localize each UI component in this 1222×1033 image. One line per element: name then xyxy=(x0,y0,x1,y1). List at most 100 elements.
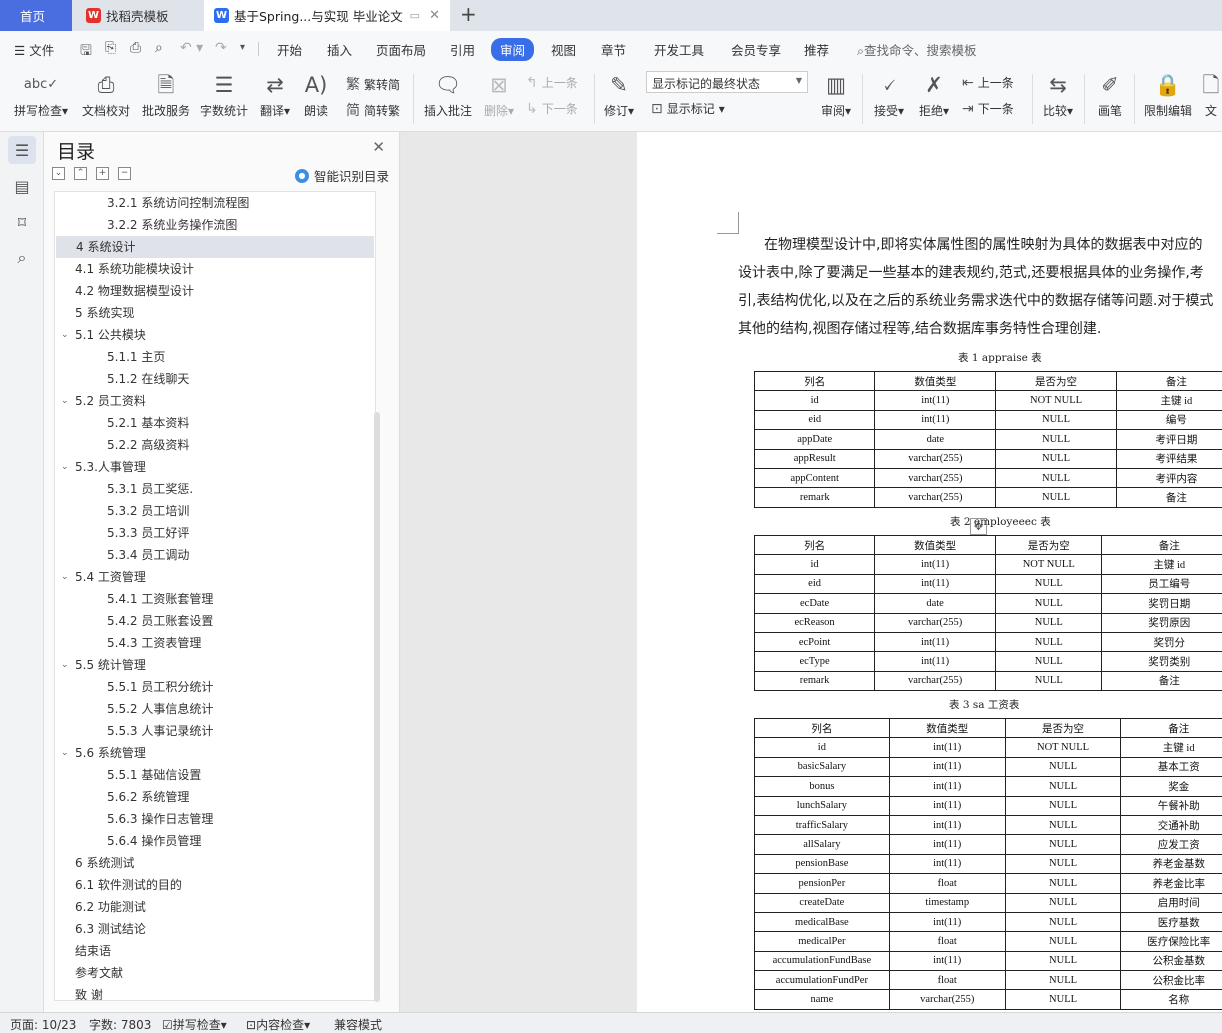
menu-layout[interactable]: 页面布局 xyxy=(376,40,426,59)
command-search[interactable]: ⌕查找命令、搜索模板 xyxy=(857,40,977,59)
chevron-down-icon[interactable]: ⌄ xyxy=(61,456,69,478)
next-change-button[interactable]: ⇥ 下一条 xyxy=(962,100,1014,117)
print-icon[interactable]: ⎙ xyxy=(130,40,141,56)
read-aloud-button[interactable]: A) 朗读 xyxy=(302,68,330,119)
prev-change-button[interactable]: ⇤ 上一条 xyxy=(962,74,1014,91)
search-icon[interactable]: ⌕ xyxy=(8,244,36,272)
toc-item[interactable]: 4.1 系统功能模块设计 xyxy=(55,258,375,280)
toc-item[interactable]: 5.5.2 人事信息统计 xyxy=(55,698,375,720)
menu-recommend[interactable]: 推荐 xyxy=(804,40,829,59)
preview-icon[interactable]: ⌕ xyxy=(155,40,163,56)
compare-button[interactable]: ⇆ 比较▾ xyxy=(1040,68,1076,119)
spell-check-button[interactable]: abc✓ 拼写检查▾ xyxy=(12,68,70,119)
chevron-down-icon[interactable]: ⌄ xyxy=(61,566,69,588)
toc-item[interactable]: 3.2.2 系统业务操作流图 xyxy=(55,214,375,236)
chevron-down-icon[interactable]: ⌄ xyxy=(61,390,69,412)
smart-toc-button[interactable]: ● 智能识别目录 xyxy=(294,166,389,185)
toc-scrollbar[interactable] xyxy=(374,412,380,1002)
menu-devtools[interactable]: 开发工具 xyxy=(654,40,704,59)
display-mode-select[interactable]: 显示标记的最终状态 ▼ xyxy=(646,71,808,93)
toc-item[interactable]: 4 系统设计 xyxy=(56,236,374,258)
bookmark-icon[interactable]: ⌑ xyxy=(8,208,36,236)
toc-item[interactable]: 6 系统测试 xyxy=(55,852,375,874)
menu-reference[interactable]: 引用 xyxy=(450,40,475,59)
toc-item[interactable]: 5.1.2 在线聊天 xyxy=(55,368,375,390)
close-icon[interactable]: ✕ xyxy=(372,138,385,156)
show-marks-button[interactable]: ⊡ 显示标记 ▾ xyxy=(651,100,725,117)
expand-down-icon[interactable]: ⌄ xyxy=(52,167,65,180)
menu-view[interactable]: 视图 xyxy=(551,40,576,59)
chevron-down-icon[interactable]: ⌄ xyxy=(61,324,69,346)
restrict-edit-button[interactable]: 🔒 限制编辑 xyxy=(1142,68,1194,119)
chevron-down-icon[interactable]: ⌄ xyxy=(61,654,69,676)
tab-template[interactable]: W 找稻壳模板 xyxy=(74,0,202,31)
collapse-up-icon[interactable]: ⌃ xyxy=(74,167,87,180)
word-count[interactable]: 字数: 7803 xyxy=(89,1016,151,1033)
toc-item[interactable]: 5.5.3 人事记录统计 xyxy=(55,720,375,742)
toc-item[interactable]: 6.2 功能测试 xyxy=(55,896,375,918)
content-check-status[interactable]: ⊡内容检查▾ xyxy=(246,1016,310,1033)
spell-check-status[interactable]: ☑拼写检查▾ xyxy=(162,1016,227,1033)
expand-all-icon[interactable]: + xyxy=(96,167,109,180)
word-count-button[interactable]: ☰ 字数统计 xyxy=(199,68,249,119)
close-icon[interactable]: ✕ xyxy=(429,8,440,23)
toc-item[interactable]: 5.5.1 基础信设置 xyxy=(55,764,375,786)
toc-item[interactable]: ⌄ 5.3.人事管理 xyxy=(55,456,375,478)
toc-item[interactable]: 致 谢 xyxy=(55,984,375,1000)
doc-permission-button[interactable]: 🗋 文 xyxy=(1200,68,1222,119)
toc-item[interactable]: 5 系统实现 xyxy=(55,302,375,324)
toc-item[interactable]: 4.2 物理数据模型设计 xyxy=(55,280,375,302)
toc-item[interactable]: 5.2.2 高级资料 xyxy=(55,434,375,456)
simp-to-trad-button[interactable]: 简简转繁 xyxy=(346,100,400,120)
toc-item[interactable]: ⌄ 5.1 公共模块 xyxy=(55,324,375,346)
toc-item[interactable]: ⌄ 5.4 工资管理 xyxy=(55,566,375,588)
toc-item[interactable]: 参考文献 xyxy=(55,962,375,984)
toc-item[interactable]: 5.4.2 员工账套设置 xyxy=(55,610,375,632)
export-icon[interactable]: ⎘ xyxy=(105,40,116,56)
save-icon[interactable]: 🖫 xyxy=(80,40,92,64)
toc-item[interactable]: 5.6.3 操作日志管理 xyxy=(55,808,375,830)
toc-item[interactable]: 5.6.2 系统管理 xyxy=(55,786,375,808)
accept-button[interactable]: 🗸 接受▾ xyxy=(871,68,907,119)
collapse-all-icon[interactable]: − xyxy=(118,167,131,180)
file-menu[interactable]: ☰ 文件 xyxy=(14,40,54,59)
review-pane-button[interactable]: ▥ 审阅▾ xyxy=(818,68,854,119)
translate-button[interactable]: ⇄ 翻译▾ xyxy=(258,68,292,119)
delete-comment-button[interactable]: ⊠ 删除▾ xyxy=(482,68,516,119)
doc-proofread-button[interactable]: ⎙ 文档校对 xyxy=(80,68,132,119)
undo-icon[interactable]: ↶ ▾ xyxy=(180,40,203,56)
toc-item[interactable]: 5.6.4 操作员管理 xyxy=(55,830,375,852)
outline-icon[interactable]: ☰ xyxy=(8,136,36,164)
toc-item[interactable]: 5.3.3 员工好评 xyxy=(55,522,375,544)
toc-item[interactable]: 6.3 测试结论 xyxy=(55,918,375,940)
toc-item[interactable]: 5.2.1 基本资料 xyxy=(55,412,375,434)
chapter-nav-icon[interactable]: ▤ xyxy=(8,172,36,200)
add-tab-icon[interactable]: + xyxy=(460,2,477,26)
toc-item[interactable]: 5.3.2 员工培训 xyxy=(55,500,375,522)
toc-item[interactable]: 5.4.3 工资表管理 xyxy=(55,632,375,654)
menu-chapter[interactable]: 章节 xyxy=(601,40,626,59)
toc-item[interactable]: 6.1 软件测试的目的 xyxy=(55,874,375,896)
tab-document[interactable]: W 基于Spring...与实现 毕业论文 ▭ ✕ xyxy=(204,0,450,31)
toc-item[interactable]: 5.4.1 工资账套管理 xyxy=(55,588,375,610)
document-page[interactable]: 在物理模型设计中,即将实体属性图的属性映射为具体的数据表中对应的 设计表中,除了… xyxy=(637,132,1222,1012)
toc-item[interactable]: ⌄ 5.6 系统管理 xyxy=(55,742,375,764)
prev-comment-button[interactable]: ↰ 上一条 xyxy=(526,74,578,91)
screen-icon[interactable]: ▭ xyxy=(410,9,420,22)
redo-icon[interactable]: ↷ xyxy=(215,40,227,56)
chevron-down-icon[interactable]: ⌄ xyxy=(61,742,69,764)
toc-item[interactable]: ⌄ 5.5 统计管理 xyxy=(55,654,375,676)
reject-button[interactable]: ✗ 拒绝▾ xyxy=(916,68,952,119)
track-changes-button[interactable]: ✎ 修订▾ xyxy=(602,68,636,119)
menu-vip[interactable]: 会员专享 xyxy=(731,40,781,59)
menu-insert[interactable]: 插入 xyxy=(327,40,352,59)
page-indicator[interactable]: 页面: 10/23 xyxy=(10,1016,76,1033)
toc-item[interactable]: 结束语 xyxy=(55,940,375,962)
next-comment-button[interactable]: ↳ 下一条 xyxy=(526,100,578,117)
toc-item[interactable]: 5.3.1 员工奖惩. xyxy=(55,478,375,500)
pen-button[interactable]: ✐ 画笔 xyxy=(1094,68,1126,119)
toc-item[interactable]: 5.3.4 员工调动 xyxy=(55,544,375,566)
tab-home[interactable]: 首页 xyxy=(0,0,72,31)
trad-to-simp-button[interactable]: 繁繁转简 xyxy=(346,74,400,94)
insert-comment-button[interactable]: 🗨 插入批注 xyxy=(424,68,472,119)
